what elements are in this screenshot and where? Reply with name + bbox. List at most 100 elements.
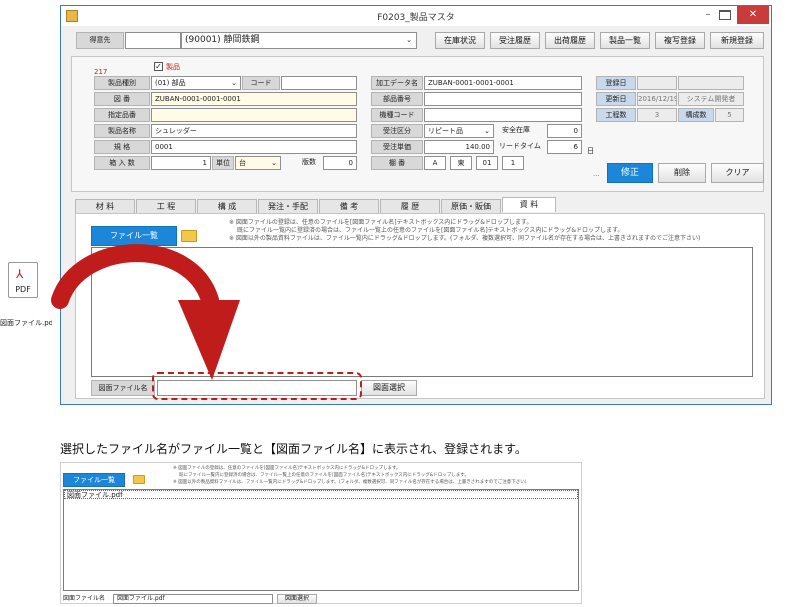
process-count-value: 3 (637, 108, 677, 122)
model-code-input[interactable] (424, 108, 582, 122)
shipping-history-button[interactable]: 出荷履歴 (545, 32, 595, 49)
record-number: 217 (94, 68, 108, 76)
drawing-no-input[interactable]: ZUBAN-0001-0001-0001 (151, 92, 357, 106)
pdf-file-icon[interactable]: ⅄ PDF (8, 262, 38, 298)
product-name-label: 製品名称 (94, 124, 150, 138)
lead-time-input[interactable]: 6 (547, 140, 582, 154)
process-data-input[interactable]: ZUBAN-0001-0001-0001 (424, 76, 582, 90)
code-label: コード (242, 76, 280, 90)
tab-materials[interactable]: 材 料 (75, 199, 135, 213)
version-input[interactable]: 0 (323, 156, 357, 170)
registered-date-value (637, 76, 677, 90)
registered-by-value (678, 76, 744, 90)
shelf-input-1[interactable]: A (424, 156, 446, 170)
customer-select[interactable]: (90001) 静岡鉄鋼 ⌄ (181, 32, 417, 49)
updated-date-value: 2016/12/19 (637, 92, 677, 106)
product-checkbox[interactable]: ✓ (154, 62, 163, 71)
delete-button[interactable]: 削除 (658, 163, 706, 183)
tab-ordering[interactable]: 発注・手配 (258, 199, 318, 213)
window-title: F0203_製品マスタ (377, 13, 455, 23)
spec-input[interactable]: 0001 (151, 140, 357, 154)
chevron-down-icon: ⌄ (231, 79, 237, 87)
edit-button[interactable]: 修正 (607, 163, 653, 183)
tab-cost-price[interactable]: 原価・販価 (441, 199, 501, 213)
component-count-label: 構成数 (678, 108, 714, 122)
order-type-value: リピート品 (428, 127, 463, 135)
minimize-button[interactable]: – (701, 10, 715, 20)
registered-date-label: 登録日 (596, 76, 636, 90)
box-qty-input[interactable]: 1 (151, 156, 211, 170)
drawing-select-button[interactable]: 図面選択 (361, 380, 417, 396)
drawing-no-label: 図 番 (94, 92, 150, 106)
shelf-input-3[interactable]: 01 (476, 156, 498, 170)
chevron-down-icon: ⌄ (271, 159, 277, 167)
code-input[interactable] (281, 76, 357, 90)
process-count-label: 工程数 (596, 108, 636, 122)
shelf-input-4[interactable]: 1 (502, 156, 524, 170)
new-register-button[interactable]: 新規登録 (710, 32, 764, 49)
chevron-down-icon: ⌄ (484, 127, 490, 135)
result-screenshot: ファイル一覧 ※ 図面ファイルの登録は、任意のファイルを[図面ファイル名]テキス… (60, 462, 582, 604)
part-no-input[interactable] (424, 92, 582, 106)
order-type-select[interactable]: リピート品 ⌄ (424, 124, 494, 138)
product-checkbox-label: 製品 (166, 63, 180, 71)
caption-text: 選択したファイル名がファイル一覧と【図面ファイル名】に表示され、登録されます。 (60, 442, 527, 456)
result-drawing-file-input[interactable]: 図面ファイル.pdf (113, 594, 273, 604)
designated-part-label: 指定品番 (94, 108, 150, 122)
acrobat-logo-icon: ⅄ (16, 267, 24, 281)
product-type-select[interactable]: (01) 部品 ⌄ (151, 76, 241, 90)
order-history-button[interactable]: 受注履歴 (490, 32, 540, 49)
shelf-input-2[interactable]: 東 (450, 156, 472, 170)
pdf-badge: PDF (15, 285, 31, 294)
result-folder-icon[interactable] (133, 475, 145, 484)
model-code-label: 機種コード (371, 108, 423, 122)
result-drawing-select-button[interactable]: 図面選択 (277, 594, 317, 604)
shelf-label: 棚 番 (371, 156, 423, 170)
copy-register-button[interactable]: 複写登録 (655, 32, 705, 49)
lead-time-label: リードタイム (499, 142, 541, 150)
result-note-2: 既にファイル一覧内に登録済の場合は、ファイル一覧上の任意のファイルを[図面ファイ… (179, 473, 469, 478)
chevron-down-icon: ⌄ (406, 36, 412, 44)
unit-price-input[interactable]: 140.00 (424, 140, 494, 154)
unit-price-label: 受注単価 (371, 140, 423, 154)
tab-remarks[interactable]: 備 考 (319, 199, 379, 213)
customer-code-input[interactable] (125, 32, 181, 49)
updated-by-value: システム開発者 (678, 92, 744, 106)
instruction-note-3: ※ 図面以外の製品資料ファイルは、ファイル一覧内にドラッグ&ドロップします。(フ… (229, 235, 701, 242)
list-item[interactable]: 図面ファイル.pdf (64, 490, 578, 499)
unit-label: 単位 (212, 156, 234, 170)
spec-label: 規 格 (94, 140, 150, 154)
updated-date-label: 更新日 (596, 92, 636, 106)
tab-process[interactable]: 工 程 (136, 199, 196, 213)
part-no-label: 部品番号 (371, 92, 423, 106)
box-qty-label: 箱 入 数 (94, 156, 150, 170)
more-options-button[interactable]: ... (593, 170, 600, 178)
product-type-value: (01) 部品 (155, 79, 186, 87)
arrow-head (178, 300, 240, 380)
product-name-input[interactable]: シュレッダー (151, 124, 357, 138)
safety-stock-input[interactable]: 0 (547, 124, 582, 138)
tab-composition[interactable]: 構 成 (197, 199, 257, 213)
clear-button[interactable]: クリア (711, 163, 764, 183)
result-file-list-box[interactable]: 図面ファイル.pdf (63, 489, 579, 591)
designated-part-input[interactable] (151, 108, 357, 122)
unit-value: 台 (239, 159, 246, 167)
tab-documents[interactable]: 資 料 (502, 197, 556, 212)
close-button[interactable]: ✕ (737, 6, 769, 24)
drag-arrow-icon (51, 244, 240, 380)
unit-select[interactable]: 台 ⌄ (235, 156, 281, 170)
product-list-button[interactable]: 製品一覧 (600, 32, 650, 49)
customer-label: 得意先 (76, 32, 124, 49)
result-drawing-file-label: 図面ファイル名 (63, 595, 106, 602)
safety-stock-label: 安全在庫 (502, 126, 530, 134)
process-data-label: 加工データ名 (371, 76, 423, 90)
order-type-label: 受注区分 (371, 124, 423, 138)
result-file-list-button[interactable]: ファイル一覧 (63, 473, 125, 487)
stock-status-button[interactable]: 在庫状況 (435, 32, 485, 49)
tab-history[interactable]: 履 歴 (380, 199, 440, 213)
product-type-label: 製品種別 (94, 76, 150, 90)
maximize-button[interactable] (719, 10, 731, 20)
title-bar: F0203_製品マスタ – ✕ (61, 6, 771, 26)
version-label: 版数 (302, 158, 316, 166)
component-count-value: 5 (715, 108, 744, 122)
